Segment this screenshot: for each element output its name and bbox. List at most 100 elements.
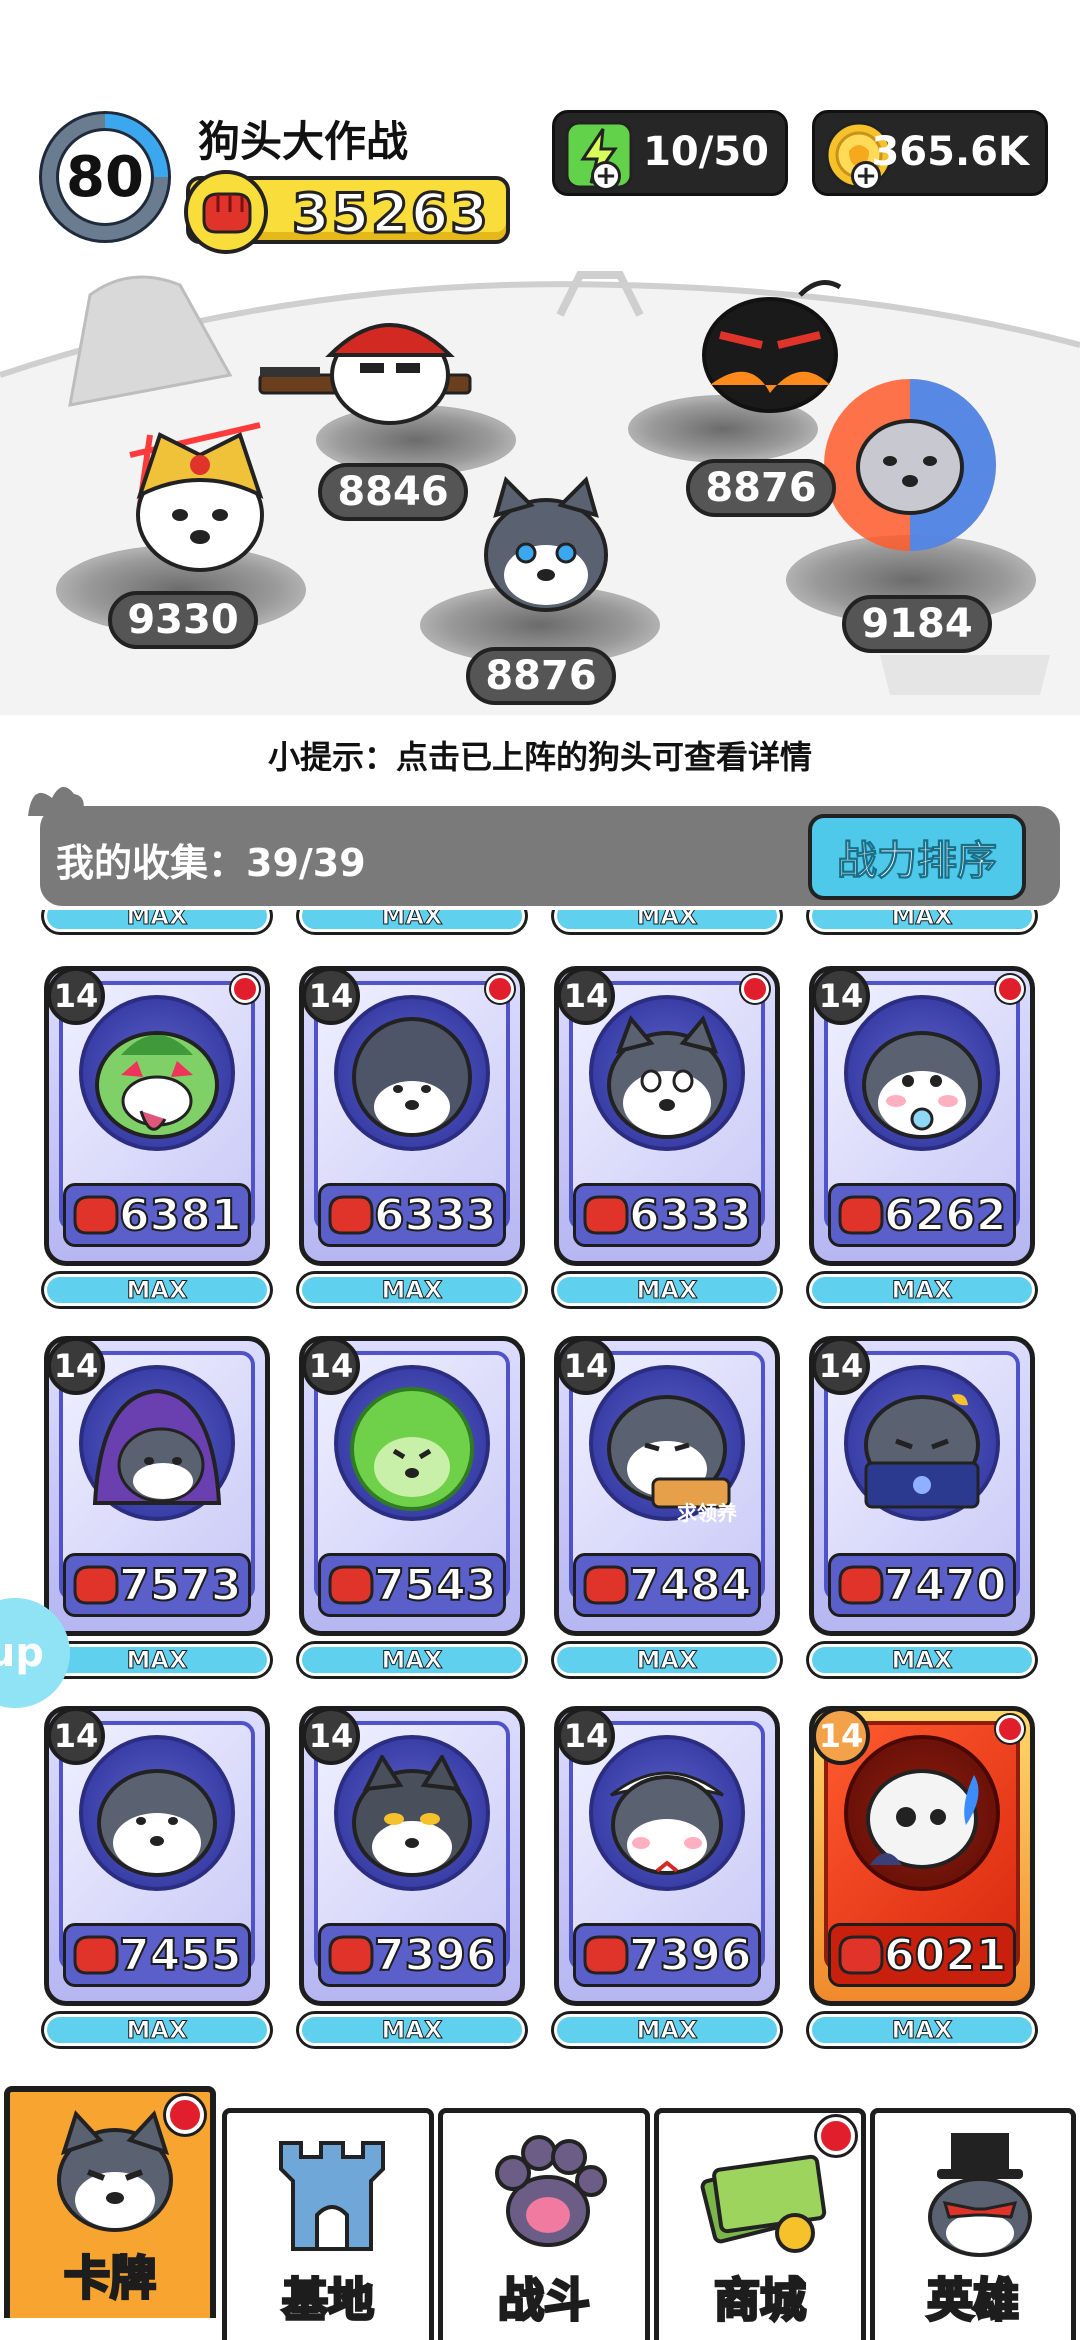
- fist-icon: [73, 1195, 119, 1235]
- card-power-value: 7543: [373, 1559, 497, 1612]
- notification-dot: [231, 975, 259, 1003]
- card-level: 14: [302, 1707, 360, 1765]
- card-level: 14: [302, 967, 360, 1025]
- hero-power-badge: 8876: [466, 647, 616, 705]
- laptop-dog-avatar: [864, 1394, 980, 1509]
- nav-tab-label: 商城: [713, 2272, 808, 2329]
- tip-text: 小提示：点击已上阵的狗头可查看详情: [267, 738, 812, 776]
- nav-tab-shop[interactable]: 商城: [654, 2108, 866, 2340]
- coin-counter[interactable]: + 365.6K: [812, 110, 1048, 196]
- max-badge: MAX: [809, 1644, 1035, 1676]
- hero-power-badge: 8846: [318, 463, 468, 521]
- max-badge: MAX: [299, 1274, 525, 1306]
- notification-dot: [996, 1715, 1024, 1743]
- max-badge: MAX: [554, 910, 780, 932]
- card-level: 14: [47, 1337, 105, 1395]
- nav-tab-cards[interactable]: 卡牌: [4, 2086, 216, 2318]
- skull-dog-avatar: [866, 1769, 979, 1869]
- card-grid[interactable]: MAX MAX MAX MAX 14 6381 14 6333 14 6333 …: [0, 910, 1080, 2078]
- nav-tab-label: 英雄: [926, 2272, 1021, 2329]
- add-energy-icon[interactable]: +: [591, 161, 621, 191]
- crazy-green-dog-avatar: [95, 1031, 219, 1139]
- dog-card[interactable]: 14 6381: [44, 966, 270, 1266]
- card-level: 14: [302, 1337, 360, 1395]
- money-icon: [700, 2154, 827, 2253]
- fist-icon: [838, 1195, 884, 1235]
- notification-dot: [166, 2096, 204, 2134]
- card-power-value: 6333: [373, 1189, 497, 1242]
- fist-icon: [73, 1935, 119, 1975]
- dog-card[interactable]: 14 7396: [554, 1706, 780, 2006]
- dog-card[interactable]: 求领养 14 7484: [554, 1336, 780, 1636]
- card-power-value: 7470: [883, 1559, 1007, 1612]
- fist-icon: [328, 1935, 374, 1975]
- fist-icon: [838, 1565, 884, 1605]
- card-power-value: 6021: [883, 1929, 1007, 1982]
- pacifier-dog-avatar: [862, 1031, 982, 1139]
- card-power-value: 7396: [373, 1929, 497, 1982]
- card-level: 14: [557, 967, 615, 1025]
- max-badge: MAX: [809, 2014, 1035, 2046]
- dog-card[interactable]: 14 7573: [44, 1336, 270, 1636]
- notification-dot: [996, 975, 1024, 1003]
- card-level: 14: [812, 1707, 870, 1765]
- max-badge: MAX: [44, 1644, 270, 1676]
- hero-power-badge: 9184: [842, 595, 992, 653]
- hooded-mage-dog-avatar: [92, 1388, 222, 1505]
- max-badge: MAX: [44, 2014, 270, 2046]
- game-title: 狗头大作战: [198, 117, 409, 166]
- fluffy-dog-avatar: [352, 1017, 472, 1137]
- max-badge: MAX: [554, 1644, 780, 1676]
- nav-tab-base[interactable]: 基地: [222, 2108, 434, 2340]
- energy-counter[interactable]: + 10/50: [552, 110, 788, 196]
- fist-icon: [583, 1935, 629, 1975]
- total-power-pill: 35263: [184, 170, 510, 254]
- card-power-value: 7396: [628, 1929, 752, 1982]
- notification-dot: [741, 975, 769, 1003]
- card-level: 14: [557, 1707, 615, 1765]
- nav-tab-battle[interactable]: 战斗: [438, 2108, 650, 2340]
- nav-tab-label: 卡牌: [63, 2250, 158, 2307]
- hero-power-badge: 8876: [686, 459, 836, 517]
- card-power-value: 7455: [118, 1929, 242, 1982]
- hero-power-badge: 9330: [108, 591, 258, 649]
- dog-card[interactable]: 14 7455: [44, 1706, 270, 2006]
- soldier-dog-hero[interactable]: [250, 305, 490, 455]
- sort-by-power-button[interactable]: 战力排序: [808, 814, 1026, 900]
- dog-card-legendary[interactable]: 14 6021: [809, 1706, 1035, 2006]
- notification-dot: [817, 2117, 855, 2155]
- card-power-value: 7484: [628, 1559, 752, 1612]
- adoption-sign-text: 求领养: [677, 1501, 737, 1525]
- maid-dog-avatar: [610, 1771, 724, 1875]
- smiling-dog-avatar: [607, 1015, 727, 1139]
- cabbage-dog-avatar: [350, 1387, 474, 1511]
- paw-icon: [495, 2135, 607, 2247]
- dog-card[interactable]: 14 7470: [809, 1336, 1035, 1636]
- dog-card[interactable]: 14 7543: [299, 1336, 525, 1636]
- max-badge: MAX: [809, 910, 1035, 932]
- total-power-value: 35263: [291, 181, 490, 247]
- card-power-value: 6262: [883, 1189, 1007, 1242]
- dog-card[interactable]: 14 7396: [299, 1706, 525, 2006]
- husky-dog-hero[interactable]: [476, 475, 616, 615]
- fist-icon: [184, 170, 268, 254]
- nav-tab-heroes[interactable]: 英雄: [870, 2108, 1076, 2340]
- coins-value: 365.6K: [871, 129, 1029, 175]
- dog-card[interactable]: 14 6262: [809, 966, 1035, 1266]
- max-badge: MAX: [299, 910, 525, 932]
- dog-card[interactable]: 14 6333: [299, 966, 525, 1266]
- nav-tab-label: 战斗: [497, 2272, 592, 2329]
- castle-icon: [279, 2141, 385, 2251]
- card-level: 14: [47, 967, 105, 1025]
- collection-count: 我的收集：39/39: [56, 841, 366, 885]
- fist-icon: [73, 1565, 119, 1605]
- card-power-value: 7573: [118, 1559, 242, 1612]
- card-level: 14: [812, 967, 870, 1025]
- plain-dog-avatar: [97, 1769, 217, 1877]
- dog-card[interactable]: 14 6333: [554, 966, 780, 1266]
- card-level: 14: [47, 1707, 105, 1765]
- max-badge: MAX: [44, 910, 270, 932]
- begging-dog-avatar: [607, 1395, 731, 1509]
- fist-icon: [583, 1195, 629, 1235]
- fire-ice-dog-hero[interactable]: [810, 375, 1010, 555]
